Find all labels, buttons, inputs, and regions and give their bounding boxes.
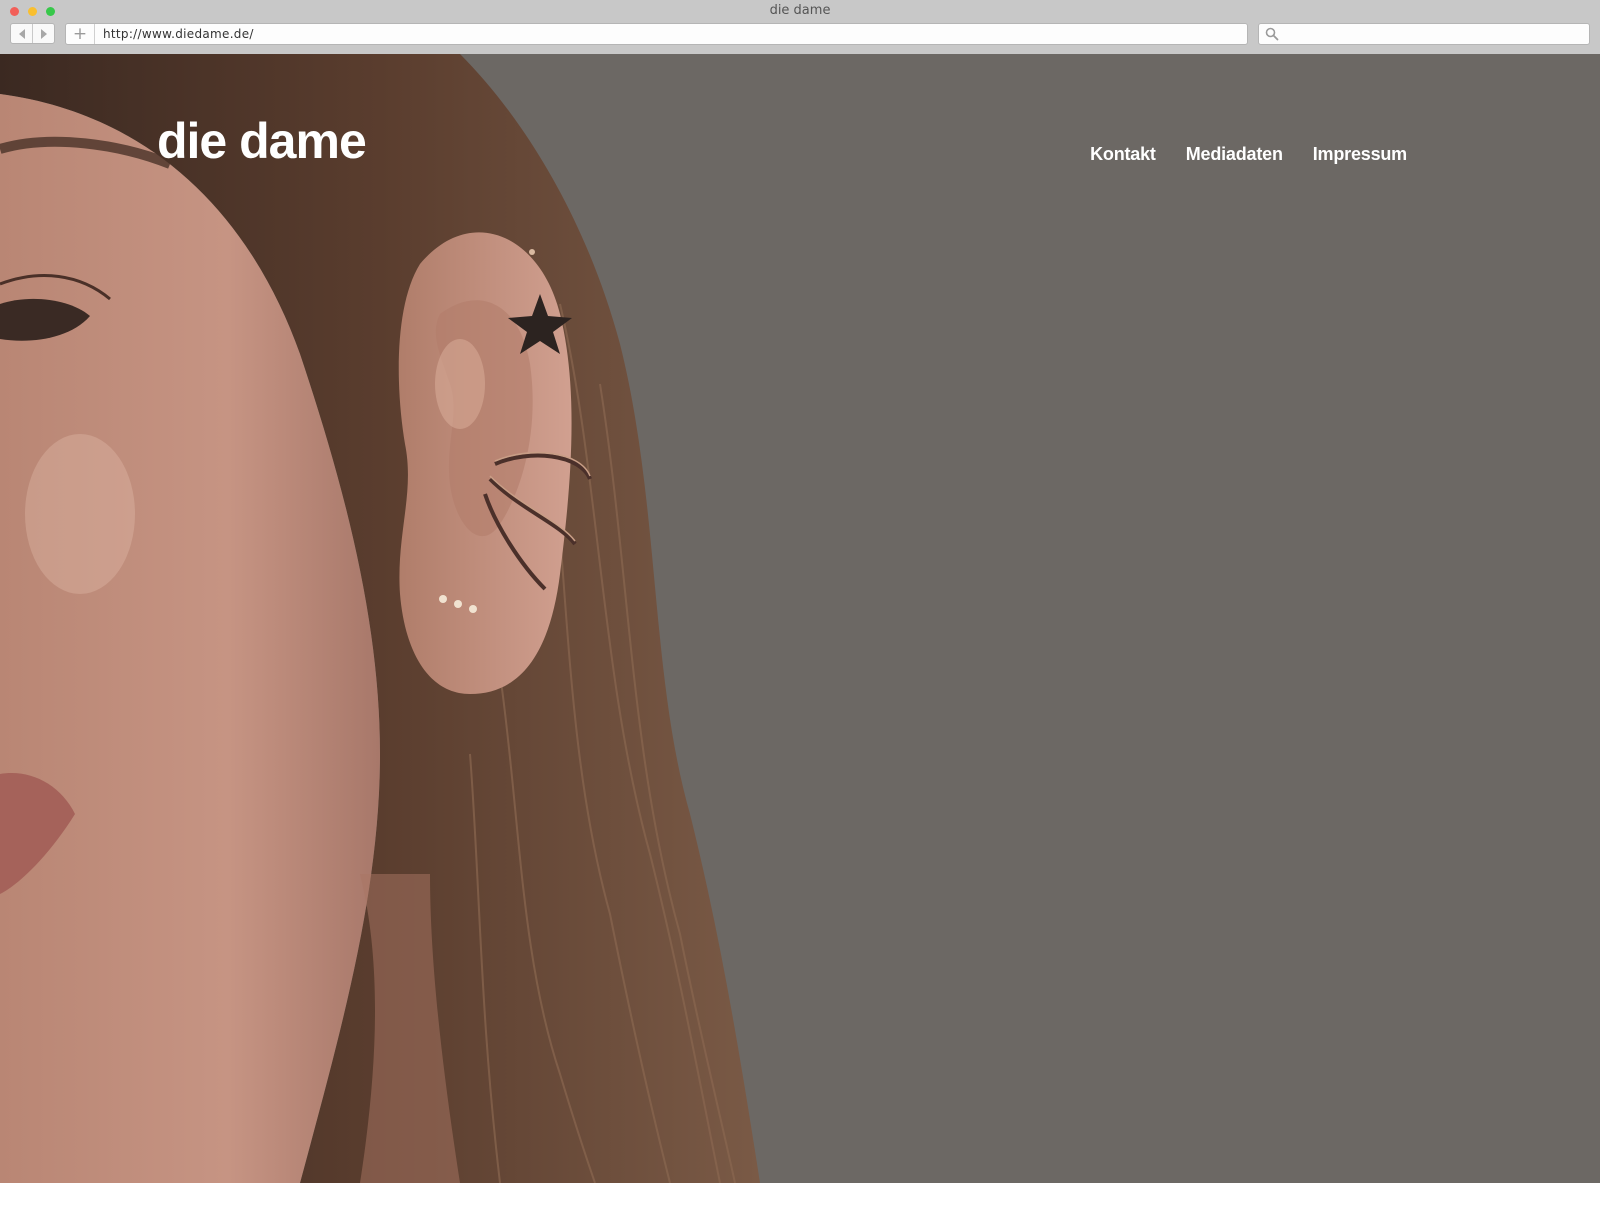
chevron-left-icon bbox=[18, 28, 25, 39]
main-nav: Kontakt Mediadaten Impressum bbox=[1090, 144, 1407, 165]
window-title: die dame bbox=[769, 3, 831, 18]
new-tab-plus-icon[interactable]: + bbox=[66, 24, 95, 44]
forward-button[interactable] bbox=[32, 24, 54, 43]
site-logo[interactable]: die dame bbox=[157, 112, 367, 170]
history-nav-buttons bbox=[10, 23, 55, 44]
title-bar: die dame bbox=[0, 0, 1600, 22]
nav-link-impressum[interactable]: Impressum bbox=[1313, 144, 1407, 165]
address-bar[interactable]: + http://www.diedame.de/ bbox=[65, 23, 1248, 45]
browser-chrome: die dame + http://www.diedame.de/ bbox=[0, 0, 1600, 54]
nav-link-kontakt[interactable]: Kontakt bbox=[1090, 144, 1156, 165]
chevron-right-icon bbox=[40, 28, 47, 39]
search-input[interactable] bbox=[1258, 23, 1590, 45]
search-icon bbox=[1265, 27, 1279, 41]
hero-image bbox=[0, 54, 1600, 1183]
url-text[interactable]: http://www.diedame.de/ bbox=[103, 27, 254, 41]
nav-link-mediadaten[interactable]: Mediadaten bbox=[1186, 144, 1283, 165]
page-viewport: die dame Kontakt Mediadaten Impressum bbox=[0, 54, 1600, 1183]
back-button[interactable] bbox=[11, 24, 32, 43]
